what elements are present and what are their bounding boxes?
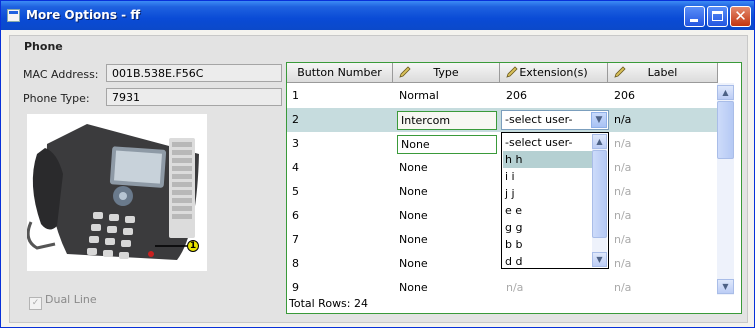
pencil-icon bbox=[506, 66, 518, 78]
cell-label[interactable]: n/a bbox=[609, 252, 631, 276]
cell-type[interactable]: None bbox=[394, 276, 428, 300]
phone-type-label: Phone Type: bbox=[23, 92, 90, 105]
header-label[interactable]: Label bbox=[608, 63, 718, 83]
cell-label[interactable]: n/a bbox=[609, 228, 631, 252]
table-row[interactable]: 2 Intercom -select user- ▼ n/a bbox=[287, 108, 718, 132]
cell-type[interactable]: None bbox=[394, 204, 428, 228]
phone-panel: Phone MAC Address: 001B.538E.F56C Phone … bbox=[9, 35, 748, 323]
header-extensions-label: Extension(s) bbox=[519, 66, 588, 79]
header-label-label: Label bbox=[647, 66, 678, 79]
cell-label[interactable]: 206 bbox=[609, 84, 635, 108]
extension-select-value: -select user- bbox=[505, 113, 573, 126]
cell-button-number: 1 bbox=[292, 89, 299, 102]
cell-label[interactable]: n/a bbox=[609, 108, 631, 132]
user-dropdown-list[interactable]: -select user- h h i i j j e e g g b b d … bbox=[501, 132, 609, 269]
header-type[interactable]: Type bbox=[393, 63, 500, 83]
title-bar[interactable]: More Options - ff ✕ bbox=[1, 1, 754, 30]
dropdown-option[interactable]: j j bbox=[503, 185, 593, 202]
header-extensions[interactable]: Extension(s) bbox=[500, 63, 608, 83]
extension-select[interactable]: -select user- ▼ bbox=[501, 110, 609, 130]
header-type-label: Type bbox=[433, 66, 459, 79]
cell-button-number: 4 bbox=[292, 161, 299, 174]
maximize-button[interactable] bbox=[707, 6, 728, 27]
cell-type[interactable]: None bbox=[394, 228, 428, 252]
pencil-icon bbox=[399, 66, 411, 78]
section-title: Phone bbox=[24, 40, 63, 53]
minimize-icon bbox=[690, 19, 698, 22]
type-editor[interactable]: None bbox=[397, 135, 497, 154]
header-button-number[interactable]: Button Number bbox=[287, 63, 393, 83]
scrollbar-thumb[interactable] bbox=[592, 150, 607, 238]
phone-type-field: 7931 bbox=[106, 88, 282, 106]
cell-label[interactable]: n/a bbox=[609, 156, 631, 180]
cell-label[interactable]: n/a bbox=[609, 204, 631, 228]
dropdown-option[interactable]: d d bbox=[503, 253, 593, 270]
cell-label[interactable]: n/a bbox=[609, 276, 631, 300]
checkbox-check-icon: ✓ bbox=[29, 297, 42, 310]
buttons-grid: Button Number Type Extension(s) Label 1 … bbox=[286, 62, 742, 314]
window-title: More Options - ff bbox=[26, 8, 141, 22]
grid-scrollbar[interactable]: ▲ ▼ bbox=[717, 83, 734, 295]
cell-button-number: 5 bbox=[292, 185, 299, 198]
scrollbar-thumb[interactable] bbox=[717, 101, 734, 159]
cell-type[interactable]: None bbox=[394, 180, 428, 204]
cell-button-number: 3 bbox=[292, 137, 299, 150]
scroll-down-icon[interactable]: ▼ bbox=[717, 279, 734, 294]
scroll-down-icon[interactable]: ▼ bbox=[592, 252, 607, 267]
cell-type[interactable]: None bbox=[394, 156, 428, 180]
close-icon: ✕ bbox=[734, 7, 747, 25]
maximize-icon bbox=[712, 11, 723, 21]
scroll-up-icon[interactable]: ▲ bbox=[592, 134, 607, 149]
cell-label[interactable]: n/a bbox=[609, 132, 631, 156]
cell-extension[interactable]: n/a bbox=[501, 276, 523, 300]
dual-line-label: Dual Line bbox=[45, 293, 97, 306]
dual-line-checkbox[interactable]: ✓ Dual Line bbox=[29, 293, 97, 310]
close-button[interactable]: ✕ bbox=[730, 6, 751, 27]
mac-address-field: 001B.538E.F56C bbox=[106, 64, 282, 82]
ip-phone-illustration bbox=[27, 124, 199, 260]
cell-button-number: 2 bbox=[292, 113, 299, 126]
chevron-down-icon[interactable]: ▼ bbox=[591, 112, 607, 128]
dropdown-scrollbar[interactable]: ▲ ▼ bbox=[592, 134, 607, 267]
minimize-button[interactable] bbox=[684, 6, 705, 27]
phone-image: 1 bbox=[27, 114, 207, 271]
grid-header: Button Number Type Extension(s) Label bbox=[287, 63, 718, 83]
cell-label[interactable]: n/a bbox=[609, 180, 631, 204]
scroll-up-icon[interactable]: ▲ bbox=[717, 85, 734, 100]
cell-type[interactable]: None bbox=[394, 252, 428, 276]
dropdown-option[interactable]: h h bbox=[503, 151, 593, 168]
pencil-icon bbox=[614, 66, 626, 78]
dropdown-option[interactable]: e e bbox=[503, 202, 593, 219]
mac-address-label: MAC Address: bbox=[23, 68, 99, 81]
total-rows: Total Rows: 24 bbox=[289, 297, 368, 310]
cell-button-number: 7 bbox=[292, 233, 299, 246]
table-row[interactable]: 1 Normal 206 206 bbox=[287, 84, 718, 108]
dropdown-option[interactable]: b b bbox=[503, 236, 593, 253]
window-icon bbox=[7, 9, 20, 22]
dropdown-option[interactable]: -select user- bbox=[503, 134, 593, 151]
cell-button-number: 6 bbox=[292, 209, 299, 222]
more-options-window: More Options - ff ✕ Phone MAC Address: 0… bbox=[0, 0, 755, 328]
cell-type[interactable]: Normal bbox=[394, 84, 439, 108]
type-editor[interactable]: Intercom bbox=[397, 111, 497, 130]
cell-button-number: 8 bbox=[292, 257, 299, 270]
cell-extension[interactable]: 206 bbox=[501, 84, 527, 108]
dropdown-option[interactable]: g g bbox=[503, 219, 593, 236]
callout-badge: 1 bbox=[187, 240, 199, 252]
dropdown-option[interactable]: i i bbox=[503, 168, 593, 185]
